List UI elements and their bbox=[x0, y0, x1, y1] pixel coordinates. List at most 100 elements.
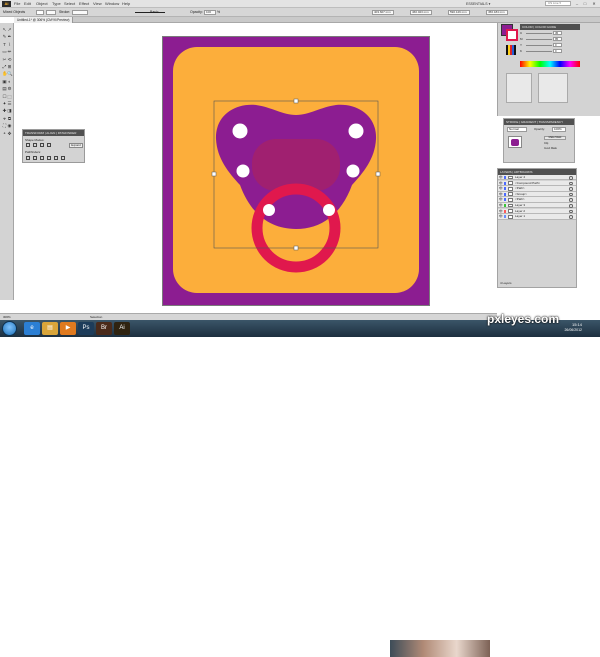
target-circle-icon[interactable] bbox=[569, 215, 573, 219]
channel-slider[interactable] bbox=[526, 44, 552, 46]
target-circle-icon[interactable] bbox=[569, 181, 573, 186]
tool-27-icon[interactable]: ◉ bbox=[7, 123, 12, 128]
merge-icon[interactable] bbox=[40, 156, 44, 160]
x-field[interactable]: 403.607 mm bbox=[372, 10, 394, 15]
layer-row[interactable]: 👁 Layer 1 bbox=[498, 214, 576, 220]
cs-live-search[interactable]: CS Live ▾ bbox=[545, 1, 571, 6]
menu-help[interactable]: Help bbox=[122, 0, 130, 8]
color-channel-m[interactable]: M 95 bbox=[520, 37, 562, 41]
expand-button[interactable]: Expand bbox=[69, 143, 83, 148]
artboard[interactable] bbox=[162, 36, 430, 306]
layer-row[interactable]: 👁 Layer 3 bbox=[498, 203, 576, 209]
layer-row[interactable]: 👁 <Path> bbox=[498, 197, 576, 203]
intersect-icon[interactable] bbox=[40, 143, 44, 147]
tab-layers[interactable]: LAYERS bbox=[500, 170, 512, 174]
tool-9-icon[interactable]: ⟲ bbox=[7, 57, 12, 62]
w-field[interactable]: 590.129 mm bbox=[448, 10, 470, 15]
channel-slider[interactable] bbox=[526, 50, 552, 52]
trim-icon[interactable] bbox=[33, 156, 37, 160]
channel-slider[interactable] bbox=[526, 38, 552, 40]
menu-edit[interactable]: Edit bbox=[24, 0, 31, 8]
visibility-eye-icon[interactable]: 👁 bbox=[499, 186, 503, 191]
illustrator-icon[interactable]: Ai bbox=[114, 322, 130, 335]
tool-1-icon[interactable]: ↗ bbox=[7, 27, 12, 32]
tool-13-icon[interactable]: 🔍 bbox=[7, 71, 13, 76]
tab-pathfinder[interactable]: PATHFINDER bbox=[58, 131, 77, 135]
tab-gradient[interactable]: GRADIENT bbox=[521, 120, 536, 124]
exclude-icon[interactable] bbox=[47, 143, 51, 147]
target-circle-icon[interactable] bbox=[569, 204, 573, 208]
graphic-styles-box[interactable] bbox=[538, 73, 568, 103]
channel-value-field[interactable]: 0 bbox=[553, 49, 562, 53]
target-circle-icon[interactable] bbox=[569, 187, 573, 191]
target-circle-icon[interactable] bbox=[569, 192, 573, 197]
tool-29-icon[interactable]: ✥ bbox=[7, 131, 12, 136]
clock-time[interactable]: 15:14 bbox=[556, 322, 582, 327]
target-circle-icon[interactable] bbox=[569, 198, 573, 202]
visibility-eye-icon[interactable]: 👁 bbox=[499, 209, 503, 214]
fill-swatch[interactable] bbox=[36, 10, 44, 15]
swatches-strip[interactable] bbox=[506, 45, 516, 55]
appearance-box[interactable] bbox=[506, 73, 532, 103]
visibility-eye-icon[interactable]: 👁 bbox=[499, 175, 503, 180]
visibility-eye-icon[interactable]: 👁 bbox=[499, 181, 503, 186]
menu-view[interactable]: View bbox=[93, 0, 102, 8]
tool-7-icon[interactable]: ✏ bbox=[7, 49, 12, 54]
invert-mask-checkbox[interactable]: Invert Mask bbox=[544, 147, 557, 150]
start-button-icon[interactable] bbox=[2, 321, 17, 336]
minus-front-icon[interactable] bbox=[33, 143, 37, 147]
tool-19-icon[interactable]: ⬚ bbox=[7, 94, 12, 99]
stroke-weight-field[interactable] bbox=[72, 10, 88, 15]
media-icon[interactable]: ▶ bbox=[60, 322, 76, 335]
transparency-opacity-field[interactable]: 100% bbox=[552, 127, 566, 132]
tab-color-guide[interactable]: COLOR GUIDE bbox=[535, 25, 556, 29]
channel-value-field[interactable]: 0 bbox=[553, 43, 562, 47]
tab-stroke[interactable]: STROKE bbox=[506, 120, 518, 124]
color-channel-k[interactable]: K0 bbox=[520, 49, 562, 53]
channel-value-field[interactable]: 95 bbox=[553, 37, 562, 41]
minus-back-icon[interactable] bbox=[61, 156, 65, 160]
y-field[interactable]: 460.023 mm bbox=[410, 10, 432, 15]
tool-25-icon[interactable]: ⧉ bbox=[7, 116, 12, 121]
tool-5-icon[interactable]: \ bbox=[7, 42, 12, 47]
channel-slider[interactable] bbox=[526, 32, 552, 34]
menu-window[interactable]: Window bbox=[105, 0, 119, 8]
tab-align[interactable]: ALIGN bbox=[46, 131, 55, 135]
clip-checkbox[interactable]: Clip bbox=[544, 142, 548, 145]
target-circle-icon[interactable] bbox=[569, 176, 573, 180]
layer-row[interactable]: 👁 <Path> bbox=[498, 186, 576, 192]
menu-object[interactable]: Object bbox=[36, 0, 48, 8]
crop-icon[interactable] bbox=[47, 156, 51, 160]
blend-mode-select[interactable]: Normal bbox=[507, 127, 527, 132]
menu-effect[interactable]: Effect bbox=[79, 0, 89, 8]
layer-row[interactable]: 👁 Layer 4 bbox=[498, 175, 576, 181]
color-channel-c[interactable]: C 45 bbox=[520, 31, 562, 35]
color-spectrum-bar[interactable] bbox=[520, 61, 580, 67]
outline-icon[interactable] bbox=[54, 156, 58, 160]
color-channel-y[interactable]: Y0 bbox=[520, 43, 562, 47]
target-circle-icon[interactable] bbox=[569, 209, 573, 214]
tool-15-icon[interactable]: ◐ bbox=[7, 79, 12, 84]
maximize-button[interactable]: □ bbox=[582, 1, 588, 7]
workspace-switcher[interactable]: ESSENTIALS ▾ bbox=[466, 1, 490, 7]
tab-color[interactable]: COLOR bbox=[522, 25, 533, 29]
tool-21-icon[interactable]: ☰ bbox=[7, 101, 12, 106]
opacity-field[interactable]: 100 bbox=[204, 10, 216, 15]
clock-date[interactable]: 26/06/2012 bbox=[552, 328, 582, 332]
tab-artboards[interactable]: ARTBOARDS bbox=[514, 170, 533, 174]
visibility-eye-icon[interactable]: 👁 bbox=[499, 203, 503, 208]
minimize-button[interactable]: – bbox=[574, 1, 580, 7]
tab-transform[interactable]: TRANSFORM bbox=[25, 131, 44, 135]
visibility-eye-icon[interactable]: 👁 bbox=[499, 214, 503, 219]
tool-11-icon[interactable]: ⊞ bbox=[7, 64, 12, 69]
bridge-icon[interactable]: Br bbox=[96, 322, 112, 335]
tool-23-icon[interactable]: ◨ bbox=[7, 108, 12, 113]
stroke-color-swatch[interactable] bbox=[506, 29, 518, 41]
layer-row[interactable]: 👁 Layer 2 bbox=[498, 208, 576, 214]
background-square[interactable] bbox=[163, 37, 429, 305]
channel-value-field[interactable]: 45 bbox=[553, 31, 562, 35]
menu-select[interactable]: Select bbox=[64, 0, 75, 8]
tab-transparency[interactable]: TRANSPARENCY bbox=[539, 120, 563, 124]
divide-icon[interactable] bbox=[26, 156, 30, 160]
visibility-eye-icon[interactable]: 👁 bbox=[499, 192, 503, 197]
